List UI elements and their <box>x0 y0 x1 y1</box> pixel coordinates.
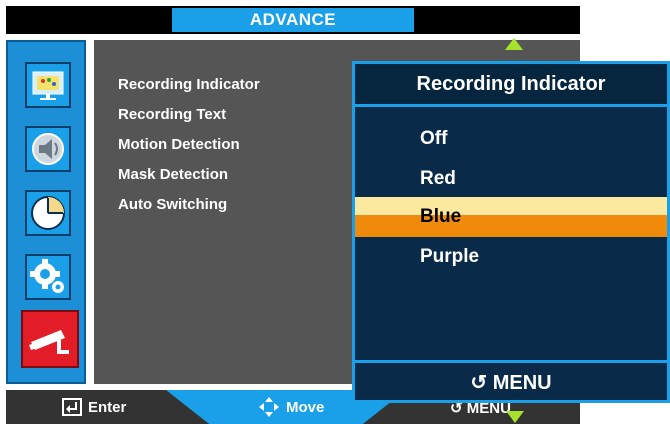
clock-icon <box>31 196 65 230</box>
popup-title: Recording Indicator <box>416 73 606 95</box>
popup-divider <box>355 104 667 107</box>
menu-item-recording-indicator[interactable]: Recording Indicator <box>118 76 260 93</box>
sidebar-item-display[interactable] <box>25 62 71 108</box>
popup-menu-label: MENU <box>492 372 552 394</box>
popup-footer-divider <box>355 360 667 363</box>
scroll-up-icon[interactable] <box>505 38 523 50</box>
enter-label: Enter <box>88 399 127 416</box>
option-purple[interactable]: Purple <box>420 246 479 268</box>
sidebar-item-settings[interactable] <box>25 254 71 300</box>
enter-icon <box>62 398 82 416</box>
menu-item-motion-detection[interactable]: Motion Detection <box>118 136 240 153</box>
option-blue-selected[interactable]: Blue <box>420 206 461 228</box>
popup-menu-button[interactable]: ↺ MENU <box>355 366 667 400</box>
sidebar-item-time[interactable] <box>25 190 71 236</box>
sidebar <box>6 40 86 384</box>
option-off[interactable]: Off <box>420 128 447 150</box>
sidebar-item-advance[interactable] <box>21 310 79 368</box>
page-title: ADVANCE <box>249 10 337 29</box>
menu-item-recording-text[interactable]: Recording Text <box>118 106 226 123</box>
menu-item-mask-detection[interactable]: Mask Detection <box>118 166 228 183</box>
selection-highlight-bottom <box>355 215 667 237</box>
sidebar-item-audio[interactable] <box>25 126 71 172</box>
option-red[interactable]: Red <box>420 168 456 190</box>
security-camera-icon <box>29 330 69 354</box>
display-settings-icon <box>32 71 64 100</box>
selection-highlight-top <box>355 197 667 215</box>
back-icon: ↺ <box>470 372 488 394</box>
menu-item-auto-switching[interactable]: Auto Switching <box>118 196 227 213</box>
scroll-down-icon[interactable] <box>506 411 524 423</box>
move-label: Move <box>286 399 325 416</box>
speaker-icon <box>32 133 64 165</box>
gears-icon <box>30 259 64 293</box>
move-arrows-icon <box>259 397 279 417</box>
